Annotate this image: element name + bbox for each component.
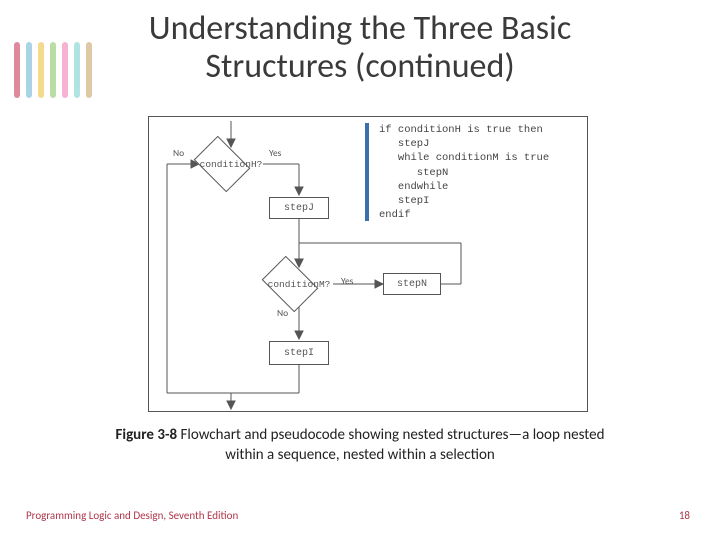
decision-condition-h-label: conditionH?	[199, 159, 263, 170]
figure-caption-text: Flowchart and pseudocode showing nested …	[177, 426, 604, 464]
figure-caption-label: Figure 3-8	[116, 426, 178, 444]
edge-label-no-m: No	[277, 307, 288, 319]
title-line-2: Structures (continued)	[205, 46, 514, 87]
edge-label-yes-m: Yes	[341, 275, 353, 287]
process-step-j: stepJ	[269, 197, 329, 219]
title-line-1: Understanding the Three Basic	[149, 8, 571, 49]
figure-caption: Figure 3-8 Flowchart and pseudocode show…	[110, 426, 610, 465]
slide: Understanding the Three Basic Structures…	[0, 0, 720, 540]
edge-label-yes-h: Yes	[269, 147, 281, 159]
edge-label-no-h: No	[173, 147, 184, 159]
footer-book-title: Programming Logic and Design, Seventh Ed…	[26, 509, 238, 522]
slide-title: Understanding the Three Basic Structures…	[0, 10, 720, 86]
figure-container: if conditionH is true then stepJ while c…	[148, 116, 588, 412]
decision-condition-m-label: conditionM?	[265, 279, 333, 290]
process-step-n: stepN	[383, 273, 441, 295]
footer-page-number: 18	[679, 509, 690, 522]
process-step-i: stepI	[269, 341, 329, 365]
